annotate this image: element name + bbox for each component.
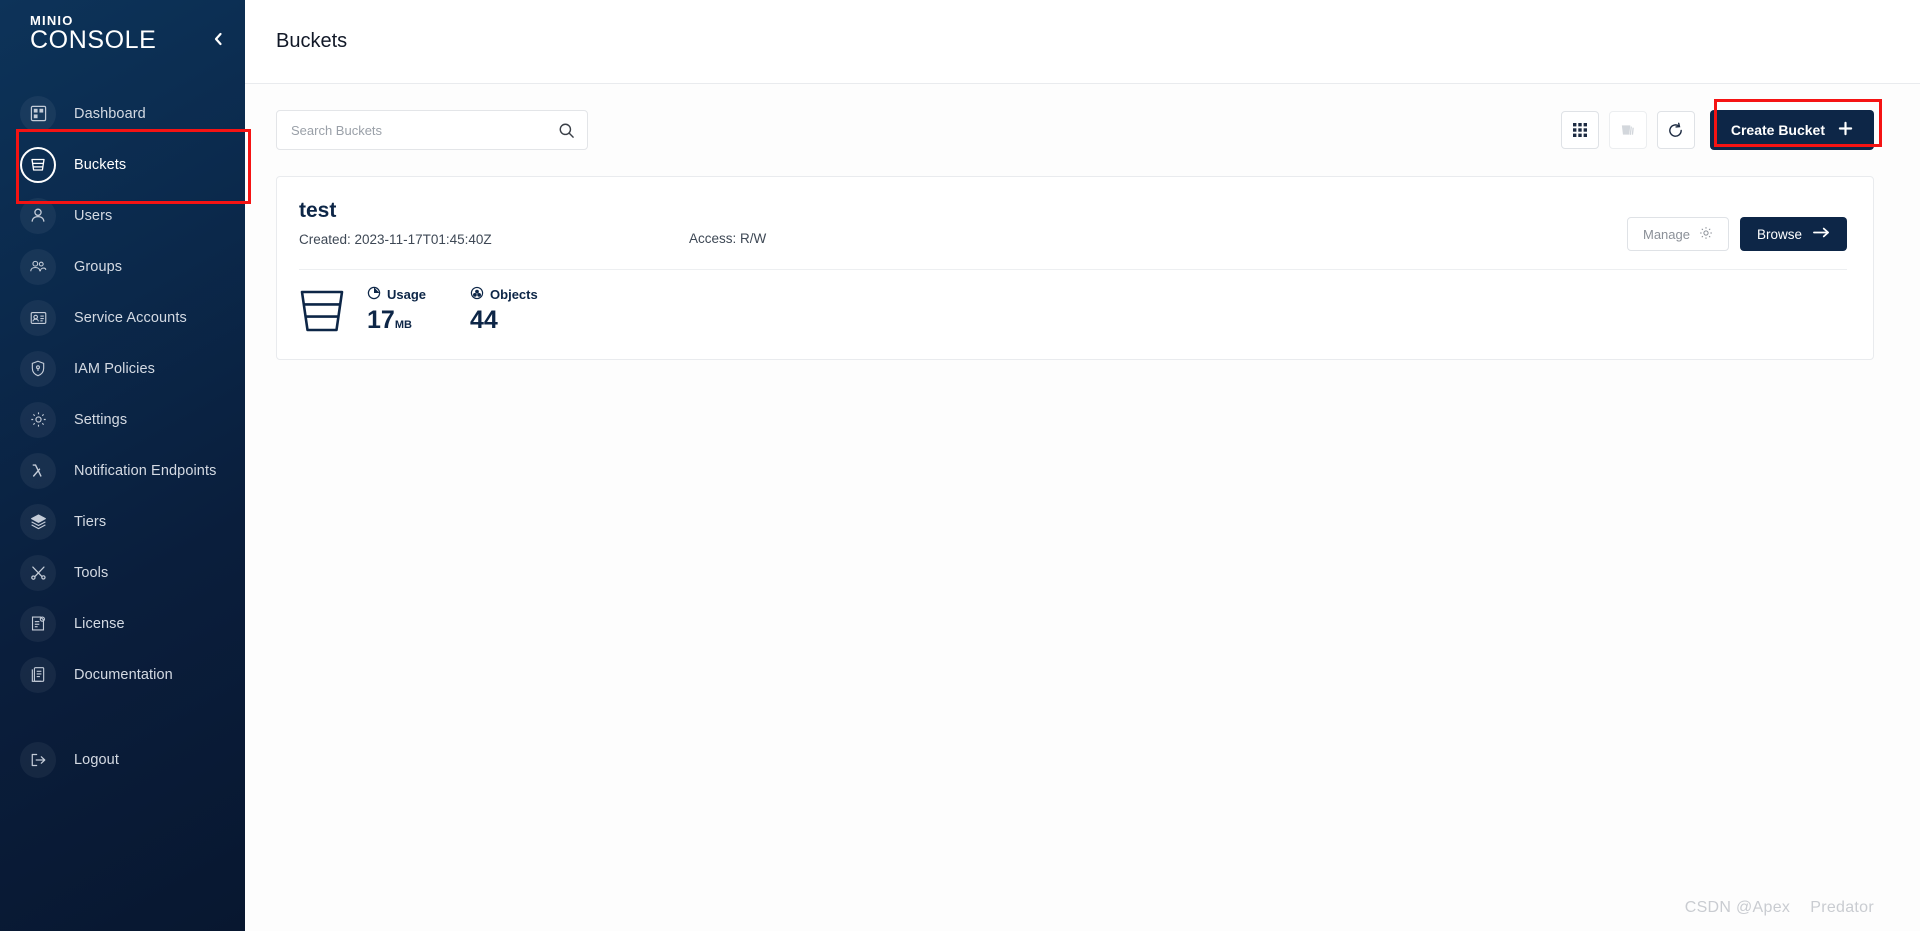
bucket-stats: Usage 17MB Objects 44 bbox=[299, 270, 1847, 335]
objects-stat: Objects 44 bbox=[470, 286, 538, 335]
id-card-icon bbox=[20, 299, 56, 336]
chevron-left-icon[interactable] bbox=[201, 22, 235, 56]
bucket-info: test Created: 2023-11-17T01:45:40Z bbox=[299, 199, 689, 247]
usage-stat: Usage 17MB bbox=[367, 286, 426, 335]
gear-icon bbox=[20, 401, 56, 438]
delete-bucket-icon[interactable] bbox=[1608, 111, 1647, 149]
objects-label: Objects bbox=[490, 286, 538, 302]
search-input[interactable] bbox=[291, 122, 558, 138]
sidebar-item-tiers[interactable]: Tiers bbox=[0, 496, 245, 547]
search-buckets-box[interactable] bbox=[276, 110, 588, 150]
page-title: Buckets bbox=[276, 30, 348, 52]
sidebar-nav: Dashboard Buckets Users Groups Service A… bbox=[0, 88, 245, 931]
bucket-icon bbox=[299, 285, 367, 335]
sidebar-item-label: Dashboard bbox=[74, 105, 146, 122]
usage-label: Usage bbox=[387, 286, 427, 302]
bucket-name: test bbox=[299, 199, 337, 222]
lambda-icon bbox=[20, 452, 56, 489]
sidebar-item-logout[interactable]: Logout bbox=[0, 734, 245, 785]
bucket-actions: Manage Browse bbox=[1627, 199, 1847, 251]
grid-view-icon[interactable] bbox=[1560, 111, 1599, 149]
sidebar-item-label: Users bbox=[74, 207, 113, 224]
arrow-right-icon bbox=[1813, 226, 1830, 242]
sidebar-item-label: Logout bbox=[74, 751, 119, 768]
sidebar-item-label: Documentation bbox=[74, 666, 173, 683]
tools-icon bbox=[20, 554, 56, 591]
sidebar: MINIO CONSOLE Dashboard Buckets Users Gr… bbox=[0, 0, 251, 931]
sidebar-item-iam-policies[interactable]: IAM Policies bbox=[0, 343, 245, 394]
minio-console-app: MINIO CONSOLE Dashboard Buckets Users Gr… bbox=[0, 0, 1920, 931]
logo-console-text: CONSOLE bbox=[30, 26, 157, 54]
bucket-created: Created: 2023-11-17T01:45:40Z bbox=[299, 232, 492, 247]
sidebar-item-dashboard[interactable]: Dashboard bbox=[0, 88, 245, 139]
layers-icon bbox=[20, 503, 56, 540]
sidebar-item-label: Settings bbox=[74, 411, 128, 428]
license-icon bbox=[20, 605, 56, 642]
bucket-icon bbox=[20, 146, 56, 183]
usage-number: 17 bbox=[367, 305, 395, 334]
sidebar-item-settings[interactable]: Settings bbox=[0, 394, 245, 445]
objects-icon bbox=[470, 286, 484, 303]
sidebar-item-label: Service Accounts bbox=[74, 309, 187, 326]
content-area: Create Bucket test Created: 2023-11-17T0… bbox=[245, 84, 1920, 931]
browse-button[interactable]: Browse bbox=[1739, 217, 1847, 251]
gear-icon bbox=[1699, 226, 1713, 243]
create-bucket-label: Create Bucket bbox=[1730, 122, 1825, 138]
sidebar-item-label: Buckets bbox=[74, 156, 127, 173]
create-bucket-button[interactable]: Create Bucket bbox=[1709, 110, 1874, 150]
watermark-right: Predator bbox=[1810, 899, 1874, 916]
bucket-card-top: test Created: 2023-11-17T01:45:40Z Acces… bbox=[299, 199, 1847, 251]
search-icon[interactable] bbox=[558, 122, 575, 139]
main-content: Buckets Search Buckets Create Bucket tes… bbox=[245, 0, 1920, 931]
objects-head: Objects bbox=[470, 286, 538, 303]
sidebar-item-tools[interactable]: Tools bbox=[0, 547, 245, 598]
sidebar-item-buckets[interactable]: Buckets bbox=[0, 139, 245, 190]
groups-icon bbox=[20, 248, 56, 285]
sidebar-item-notification-endpoints[interactable]: Notification Endpoints bbox=[0, 445, 245, 496]
pie-icon bbox=[367, 286, 381, 303]
page-header: Buckets bbox=[245, 0, 1920, 84]
usage-head: Usage bbox=[367, 286, 426, 303]
sidebar-item-label: IAM Policies bbox=[74, 360, 155, 377]
user-icon bbox=[20, 197, 56, 234]
sidebar-item-service-accounts[interactable]: Service Accounts bbox=[0, 292, 245, 343]
buckets-toolbar: Create Bucket bbox=[276, 99, 1882, 150]
manage-label: Manage bbox=[1643, 226, 1690, 242]
book-icon bbox=[20, 656, 56, 693]
sidebar-item-documentation[interactable]: Documentation bbox=[0, 649, 245, 700]
minio-console-logo: MINIO CONSOLE bbox=[30, 14, 156, 53]
sidebar-item-groups[interactable]: Groups bbox=[0, 241, 245, 292]
objects-value: 44 bbox=[470, 305, 498, 334]
manage-button[interactable]: Manage bbox=[1627, 217, 1729, 251]
usage-value: 17MB bbox=[367, 306, 426, 335]
dashboard-icon bbox=[20, 95, 56, 132]
sidebar-item-users[interactable]: Users bbox=[0, 190, 245, 241]
sidebar-item-label: Tools bbox=[74, 564, 109, 581]
watermark-left: CSDN @Apex bbox=[1684, 899, 1791, 916]
shield-icon bbox=[20, 350, 56, 387]
watermark: CSDN @Apex Predator bbox=[1685, 899, 1874, 917]
toolbar-actions: Create Bucket bbox=[1560, 99, 1882, 150]
sidebar-logo-area: MINIO CONSOLE bbox=[0, 0, 245, 66]
refresh-icon[interactable] bbox=[1656, 111, 1695, 149]
sidebar-item-label: Tiers bbox=[74, 513, 107, 530]
plus-icon bbox=[1838, 121, 1853, 139]
sidebar-item-label: Groups bbox=[74, 258, 123, 275]
browse-label: Browse bbox=[1756, 226, 1802, 242]
sidebar-item-label: License bbox=[74, 615, 125, 632]
bucket-access: Access: R/W bbox=[689, 231, 767, 246]
logout-icon bbox=[20, 741, 56, 778]
sidebar-item-label: Notification Endpoints bbox=[74, 462, 217, 479]
sidebar-item-license[interactable]: License bbox=[0, 598, 245, 649]
usage-unit: MB bbox=[394, 318, 412, 331]
bucket-card[interactable]: test Created: 2023-11-17T01:45:40Z Acces… bbox=[276, 176, 1874, 360]
